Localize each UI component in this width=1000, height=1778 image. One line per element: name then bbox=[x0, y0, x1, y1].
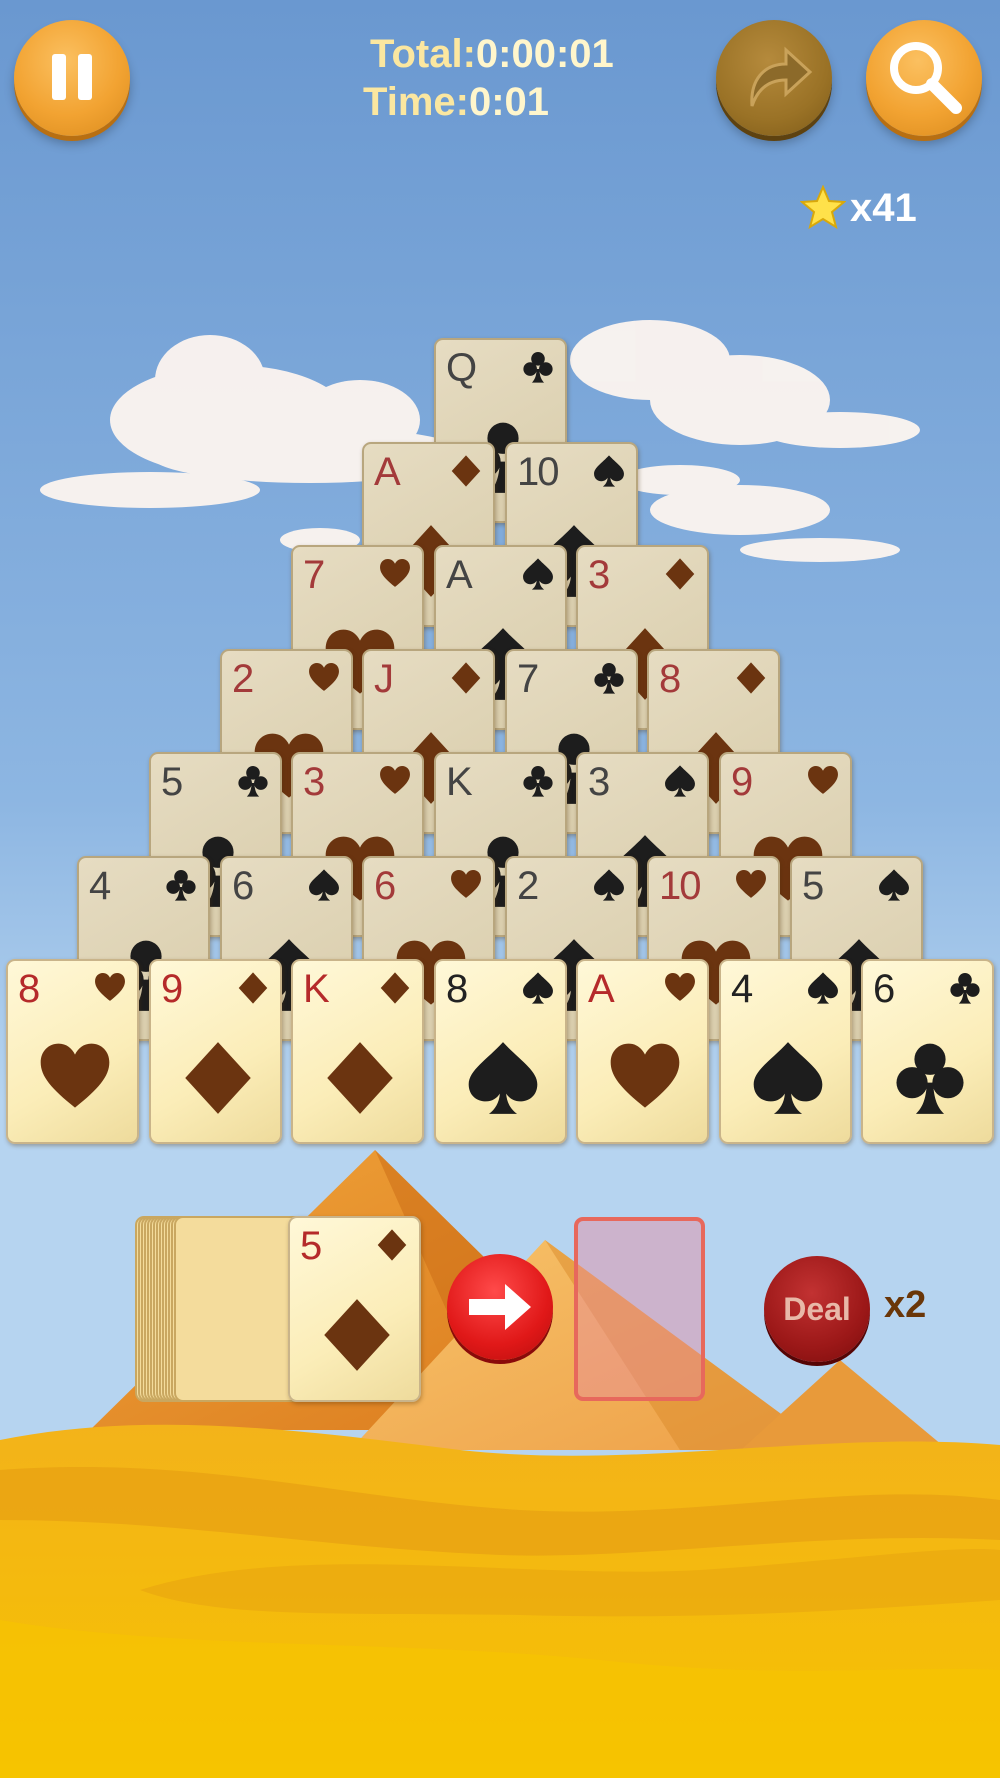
star-icon bbox=[800, 185, 846, 230]
spade-icon bbox=[523, 972, 553, 1004]
diamond-icon bbox=[451, 455, 481, 487]
card-rank: 6 bbox=[232, 864, 254, 908]
right-arrow-icon bbox=[469, 1284, 531, 1330]
club-icon bbox=[950, 973, 980, 1004]
deal-count: x2 bbox=[884, 1284, 927, 1326]
club-icon bbox=[238, 766, 268, 797]
card-rank: 5 bbox=[802, 864, 824, 908]
spade-icon bbox=[594, 455, 624, 487]
card-rank: 3 bbox=[588, 553, 610, 597]
card-rank: 7 bbox=[517, 657, 539, 701]
heart-icon bbox=[736, 870, 766, 898]
club-icon bbox=[523, 766, 553, 797]
card-rank: K bbox=[446, 760, 473, 804]
total-timer: Total:0:00:01 bbox=[370, 32, 614, 77]
card-8-of-hearts[interactable]: 8 bbox=[6, 959, 139, 1144]
club-icon bbox=[166, 870, 196, 901]
deal-label: Deal bbox=[783, 1290, 851, 1327]
deal-button[interactable]: Deal bbox=[764, 1256, 870, 1362]
card-rank: 8 bbox=[659, 657, 681, 701]
card-k-of-diamonds[interactable]: K bbox=[291, 959, 424, 1144]
card-rank: 6 bbox=[873, 967, 895, 1011]
card-rank: 5 bbox=[300, 1224, 322, 1268]
card-rank: 10 bbox=[659, 864, 701, 908]
star-counter: x41 bbox=[800, 180, 917, 236]
card-rank: 7 bbox=[303, 553, 325, 597]
club-icon bbox=[523, 352, 553, 383]
card-rank: 4 bbox=[731, 967, 753, 1011]
heart-icon bbox=[808, 766, 838, 794]
card-rank: J bbox=[374, 657, 394, 701]
waste-card[interactable]: 5 bbox=[288, 1216, 421, 1402]
foundation-slot[interactable] bbox=[574, 1217, 705, 1401]
draw-button[interactable] bbox=[447, 1254, 553, 1360]
stock-pile[interactable] bbox=[135, 1216, 307, 1402]
diamond-icon bbox=[451, 662, 481, 694]
time-value: 0:01 bbox=[468, 80, 550, 124]
heart-icon bbox=[309, 663, 339, 691]
card-rank: 8 bbox=[446, 967, 468, 1011]
club-icon bbox=[896, 1043, 964, 1114]
pause-button[interactable] bbox=[14, 20, 130, 136]
time-label: Time: bbox=[363, 80, 469, 124]
diamond-icon bbox=[185, 1042, 251, 1114]
heart-icon bbox=[380, 559, 410, 587]
total-label: Total: bbox=[370, 32, 476, 76]
card-6-of-clubs[interactable]: 6 bbox=[861, 959, 994, 1144]
card-rank: 5 bbox=[161, 760, 183, 804]
diamond-icon bbox=[324, 1299, 390, 1371]
hint-button[interactable] bbox=[866, 20, 982, 136]
card-rank: 3 bbox=[588, 760, 610, 804]
diamond-icon bbox=[380, 972, 410, 1004]
diamond-icon bbox=[238, 972, 268, 1004]
card-rank: K bbox=[303, 967, 330, 1011]
heart-icon bbox=[451, 870, 481, 898]
spade-icon bbox=[309, 869, 339, 901]
spade-icon bbox=[594, 869, 624, 901]
spade-icon bbox=[879, 869, 909, 901]
card-rank: 2 bbox=[517, 864, 539, 908]
club-icon bbox=[594, 663, 624, 694]
spade-icon bbox=[808, 972, 838, 1004]
card-rank: 2 bbox=[232, 657, 254, 701]
diamond-icon bbox=[327, 1042, 393, 1114]
magnifier-icon bbox=[890, 42, 962, 114]
pause-icon bbox=[52, 54, 92, 100]
card-rank: 8 bbox=[18, 967, 40, 1011]
card-rank: 10 bbox=[517, 450, 559, 494]
diamond-icon bbox=[665, 558, 695, 590]
spade-icon bbox=[753, 1042, 823, 1114]
card-rank: A bbox=[374, 450, 401, 494]
redo-arrow-icon bbox=[750, 46, 813, 107]
card-rank: A bbox=[588, 967, 615, 1011]
card-a-of-hearts[interactable]: A bbox=[576, 959, 709, 1144]
spade-icon bbox=[468, 1042, 538, 1114]
diamond-icon bbox=[377, 1229, 407, 1261]
total-value: 0:00:01 bbox=[475, 32, 614, 76]
spade-icon bbox=[665, 765, 695, 797]
card-rank: A bbox=[446, 553, 473, 597]
heart-icon bbox=[40, 1043, 110, 1108]
heart-icon bbox=[610, 1043, 680, 1108]
card-rank: 9 bbox=[161, 967, 183, 1011]
undo-button[interactable] bbox=[716, 20, 832, 136]
heart-icon bbox=[665, 973, 695, 1001]
heart-icon bbox=[95, 973, 125, 1001]
card-rank: 6 bbox=[374, 864, 396, 908]
card-rank: 3 bbox=[303, 760, 325, 804]
card-rank: Q bbox=[446, 346, 477, 390]
stars-count: x41 bbox=[850, 185, 917, 230]
card-rank: 9 bbox=[731, 760, 753, 804]
card-8-of-spades[interactable]: 8 bbox=[434, 959, 567, 1144]
spade-icon bbox=[523, 558, 553, 590]
card-9-of-diamonds[interactable]: 9 bbox=[149, 959, 282, 1144]
time-timer: Time:0:01 bbox=[363, 80, 549, 125]
card-rank: 4 bbox=[89, 864, 111, 908]
heart-icon bbox=[380, 766, 410, 794]
diamond-icon bbox=[736, 662, 766, 694]
card-4-of-spades[interactable]: 4 bbox=[719, 959, 852, 1144]
